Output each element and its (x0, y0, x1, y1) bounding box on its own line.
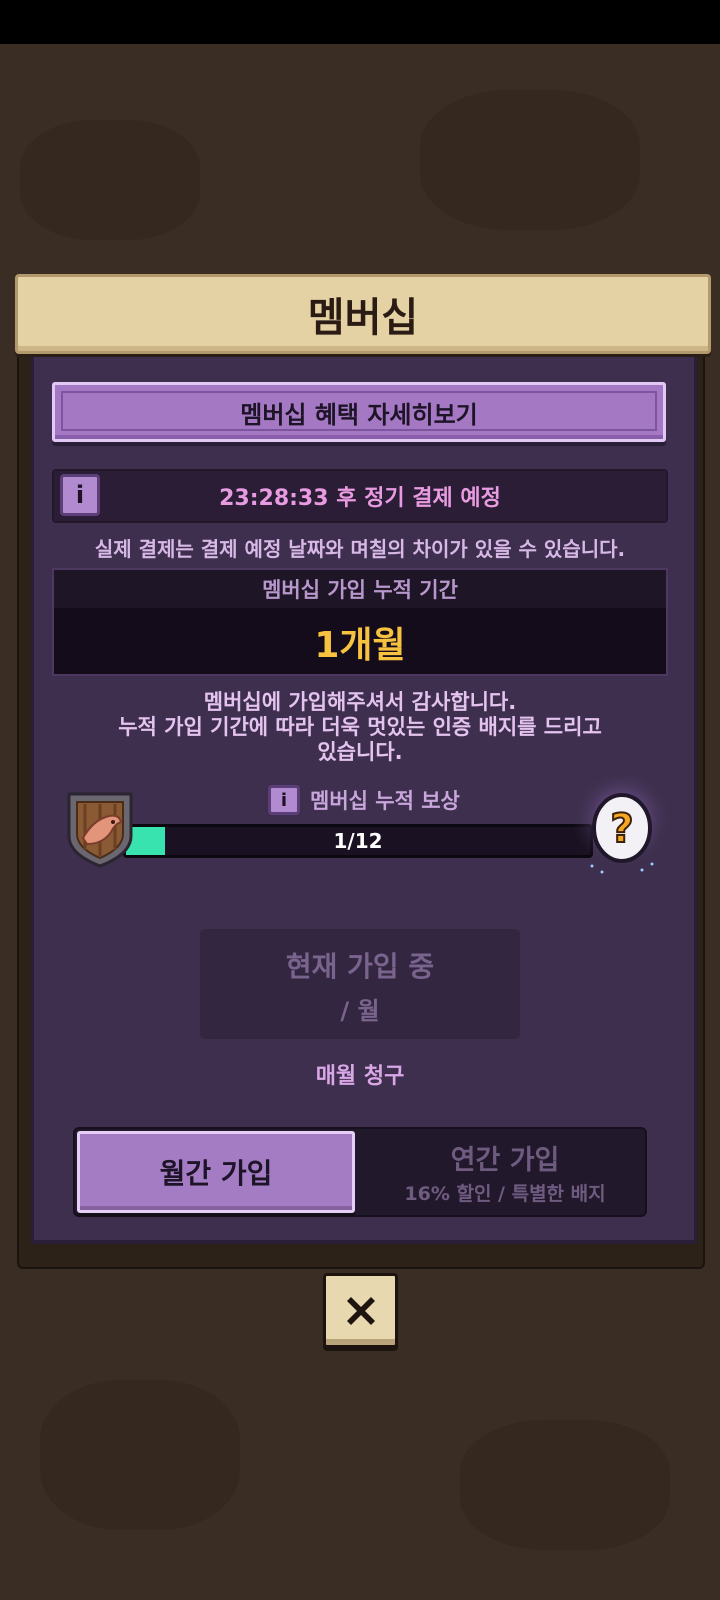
reward-progress-bar: 1/12 (123, 824, 593, 858)
title-banner: 멤버십 (15, 274, 711, 354)
page-title: 멤버십 (307, 295, 419, 341)
period-label: 멤버십 가입 누적 기간 (54, 570, 666, 608)
background-pattern (20, 120, 200, 240)
svg-text:?: ? (610, 806, 633, 852)
payment-notice: 실제 결제는 결제 예정 날짜와 며칠의 차이가 있을 수 있습니다. (94, 537, 626, 561)
reward-label: 멤버십 누적 보상 (310, 789, 460, 813)
current-status: 현재 가입 중 (285, 950, 435, 983)
reward-info-icon[interactable]: i (268, 785, 300, 815)
shield-badge-icon[interactable] (65, 790, 135, 868)
yearly-plan-button[interactable]: 연간 가입 16% 할인 / 특별한 배지 (365, 1129, 645, 1215)
period-value: 1개월 (314, 625, 406, 666)
progress-text: 1/12 (333, 829, 383, 853)
current-price: / 월 (340, 997, 380, 1025)
thanks-line: 있습니다. (317, 740, 403, 764)
monthly-plan-button[interactable]: 월간 가입 (77, 1131, 355, 1213)
thanks-line: 누적 가입 기간에 따라 더욱 멋있는 인증 배지를 드리고 (118, 715, 602, 739)
thanks-line: 멤버십에 가입해주셔서 감사합니다. (203, 690, 517, 714)
yearly-plan-subtext: 16% 할인 / 특별한 배지 (404, 1183, 606, 1205)
background-pattern (460, 1420, 670, 1550)
billing-cycle: 매월 청구 (315, 1064, 405, 1089)
period-box: 멤버십 가입 누적 기간 1개월 (52, 568, 668, 676)
current-subscription-box: 현재 가입 중 / 월 (200, 929, 520, 1039)
mystery-egg-icon[interactable]: ? (572, 774, 672, 886)
monthly-plan-label: 월간 가입 (159, 1157, 273, 1190)
background-pattern (420, 90, 640, 230)
close-button[interactable] (323, 1273, 398, 1348)
status-bar (0, 0, 720, 44)
yearly-plan-label: 연간 가입 (450, 1145, 560, 1176)
close-icon (346, 1296, 375, 1325)
benefits-detail-label: 멤버십 혜택 자세히보기 (240, 400, 478, 429)
thanks-message: 멤버십에 가입해주셔서 감사합니다. 누적 가입 기간에 따라 더욱 멋있는 인… (80, 690, 640, 765)
schedule-text: 23:28:33 후 정기 결제 예정 (219, 486, 501, 511)
background-pattern (40, 1380, 240, 1530)
plan-toggle: 월간 가입 연간 가입 16% 할인 / 특별한 배지 (73, 1127, 647, 1217)
benefits-detail-button[interactable]: 멤버십 혜택 자세히보기 (52, 382, 666, 442)
